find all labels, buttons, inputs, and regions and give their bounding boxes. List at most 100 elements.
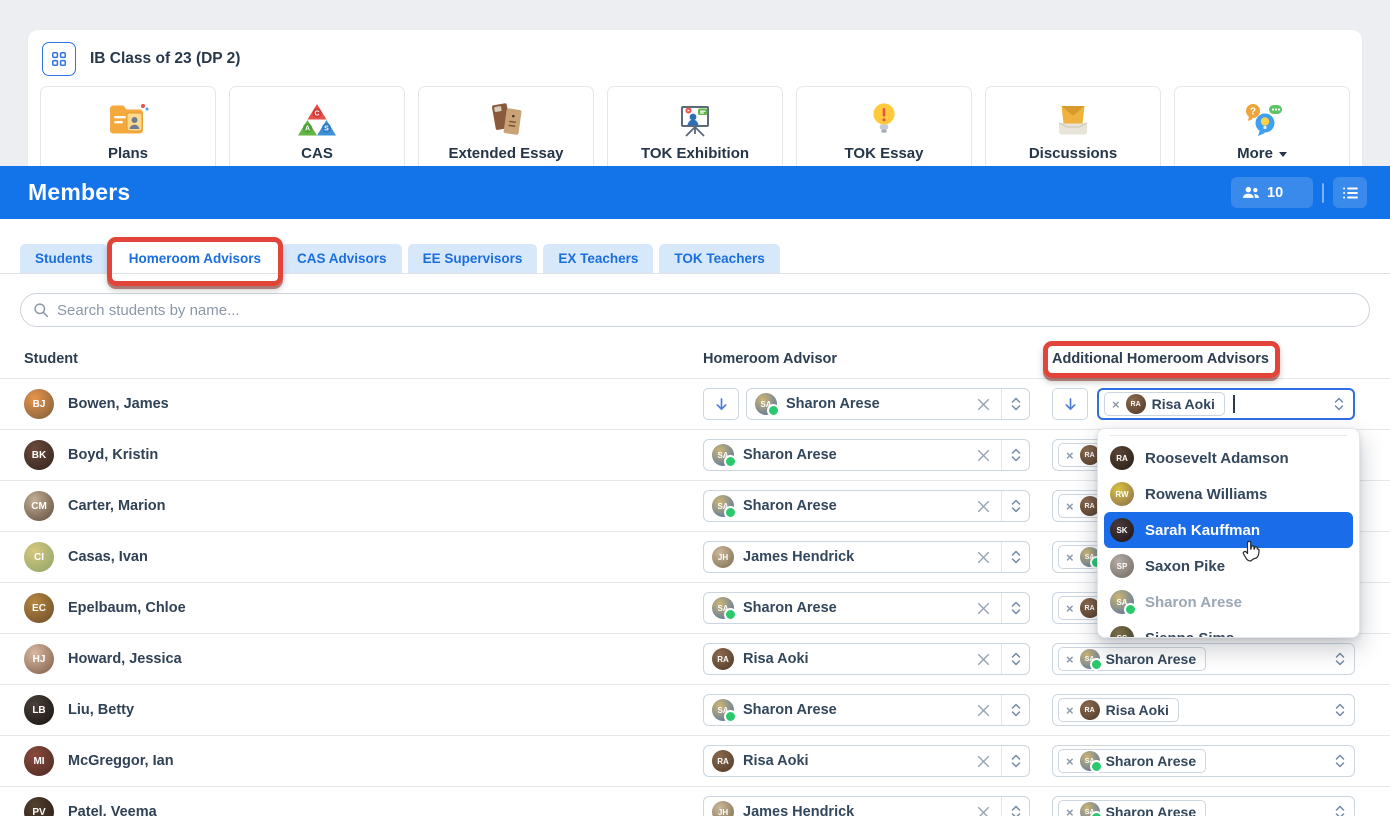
advisor-select[interactable]: JH James Hendrick	[703, 796, 1030, 816]
online-dot	[1090, 658, 1103, 671]
avatar: EC	[24, 593, 54, 623]
member-count-button[interactable]: 10	[1231, 177, 1313, 208]
list-view-button[interactable]	[1333, 177, 1367, 208]
select-chevrons[interactable]	[1001, 542, 1029, 572]
remove-tag-button[interactable]: ×	[1112, 398, 1120, 411]
app-root: IB Class of 23 (DP 2) Plans	[0, 0, 1390, 816]
clear-selection-button[interactable]	[966, 551, 1001, 564]
avatar: BK	[24, 440, 54, 470]
select-chevrons[interactable]	[1326, 746, 1354, 776]
copy-down-advisor-button[interactable]	[703, 388, 739, 420]
dropdown-divider	[1110, 435, 1347, 436]
advisor-select[interactable]: SA Sharon Arese	[703, 694, 1030, 726]
x-icon	[977, 806, 990, 816]
select-chevrons[interactable]	[1001, 644, 1029, 674]
search-icon	[33, 302, 49, 318]
select-chevrons[interactable]	[1001, 746, 1029, 776]
tile-extended-essay[interactable]: Extended Essay	[418, 86, 594, 176]
tile-label: TOK Exhibition	[641, 145, 749, 162]
advisor-tag: × RA Risa Aoki	[1104, 392, 1225, 416]
tile-tok-essay[interactable]: TOK Essay	[796, 86, 972, 176]
remove-tag-button[interactable]: ×	[1066, 500, 1074, 513]
avatar: SA	[712, 444, 734, 466]
tile-cas[interactable]: C A S CAS	[229, 86, 405, 176]
svg-text:?: ?	[1250, 107, 1256, 118]
clear-selection-button[interactable]	[966, 602, 1001, 615]
copy-down-additional-button[interactable]	[1052, 388, 1088, 420]
remove-tag-button[interactable]: ×	[1066, 755, 1074, 768]
chevron-updown-icon	[1011, 397, 1021, 411]
select-chevrons[interactable]	[1325, 390, 1353, 418]
dropdown-option-highlighted[interactable]: SK Sarah Kauffman	[1104, 512, 1353, 548]
advisor-select[interactable]: SA Sharon Arese	[703, 592, 1030, 624]
select-chevrons[interactable]	[1001, 695, 1029, 725]
select-chevrons[interactable]	[1001, 593, 1029, 623]
select-chevrons[interactable]	[1001, 797, 1029, 816]
clear-selection-button[interactable]	[966, 704, 1001, 717]
clear-selection-button[interactable]	[966, 755, 1001, 768]
clear-selection-button[interactable]	[966, 653, 1001, 666]
dropdown-option[interactable]: RW Rowena Williams	[1098, 476, 1359, 512]
tab-students[interactable]: Students	[20, 244, 108, 273]
avatar: RA	[712, 750, 734, 772]
advisor-select[interactable]: RA Risa Aoki	[703, 643, 1030, 675]
tab-homeroom-advisors[interactable]: Homeroom Advisors	[114, 244, 276, 273]
clear-selection-button[interactable]	[966, 449, 1001, 462]
class-header-area: IB Class of 23 (DP 2) Plans	[0, 0, 1390, 166]
column-header-student: Student	[24, 351, 78, 367]
additional-advisors-multiselect[interactable]: × SA Sharon Arese	[1052, 643, 1355, 675]
advisor-select[interactable]: SA Sharon Arese	[746, 388, 1030, 420]
select-chevrons[interactable]	[1001, 440, 1029, 470]
remove-tag-button[interactable]: ×	[1066, 551, 1074, 564]
select-chevrons[interactable]	[1326, 695, 1354, 725]
clear-selection-button[interactable]	[966, 806, 1001, 816]
avatar: BJ	[24, 389, 54, 419]
additional-advisors-cell: × SA Sharon Arese	[1052, 745, 1355, 777]
remove-tag-button[interactable]: ×	[1066, 602, 1074, 615]
clear-selection-button[interactable]	[966, 500, 1001, 513]
people-icon	[1242, 186, 1260, 199]
dropdown-option-disabled[interactable]: SA Sharon Arese	[1098, 584, 1359, 620]
select-chevrons[interactable]	[1001, 491, 1029, 521]
dropdown-option[interactable]: RA Roosevelt Adamson	[1098, 440, 1359, 476]
avatar: LB	[24, 695, 54, 725]
additional-advisors-multiselect[interactable]: × RA Risa Aoki	[1052, 694, 1355, 726]
tab-cas-advisors[interactable]: CAS Advisors	[282, 244, 402, 273]
tile-discussions[interactable]: Discussions	[985, 86, 1161, 176]
additional-advisors-multiselect[interactable]: × SA Sharon Arese	[1052, 796, 1355, 816]
remove-tag-button[interactable]: ×	[1066, 704, 1074, 717]
remove-tag-button[interactable]: ×	[1066, 806, 1074, 816]
advisor-select[interactable]: SA Sharon Arese	[703, 439, 1030, 471]
tile-more[interactable]: ? More	[1174, 86, 1350, 176]
dropdown-option[interactable]: SS Sienna Sims	[1098, 620, 1359, 638]
select-chevrons[interactable]	[1001, 389, 1029, 419]
additional-advisors-multiselect[interactable]: × SA Sharon Arese	[1052, 745, 1355, 777]
avatar: SP	[1110, 554, 1134, 578]
search-input[interactable]	[20, 293, 1370, 327]
remove-tag-button[interactable]: ×	[1066, 449, 1074, 462]
tile-label: Discussions	[1029, 145, 1117, 162]
clear-selection-button[interactable]	[966, 398, 1001, 411]
select-chevrons[interactable]	[1326, 797, 1354, 816]
tile-tok-exhibition[interactable]: TOK Exhibition	[607, 86, 783, 176]
online-dot	[1124, 603, 1137, 616]
dropdown-option[interactable]: SP Saxon Pike	[1098, 548, 1359, 584]
advisor-select[interactable]: SA Sharon Arese	[703, 490, 1030, 522]
online-dot	[724, 608, 737, 621]
select-chevrons[interactable]	[1326, 644, 1354, 674]
advisor-select[interactable]: JH James Hendrick	[703, 541, 1030, 573]
advisor-select[interactable]: RA Risa Aoki	[703, 745, 1030, 777]
members-banner: Members 10	[0, 166, 1390, 219]
chevron-updown-icon	[1335, 652, 1345, 666]
avatar: RA	[1110, 446, 1134, 470]
tab-ee-supervisors[interactable]: EE Supervisors	[408, 244, 538, 273]
remove-tag-button[interactable]: ×	[1066, 653, 1074, 666]
x-icon	[977, 755, 990, 768]
tab-tok-teachers[interactable]: TOK Teachers	[659, 244, 779, 273]
additional-advisors-multiselect-focused[interactable]: × RA Risa Aoki	[1097, 388, 1355, 420]
members-title: Members	[28, 179, 130, 206]
tile-plans[interactable]: Plans	[40, 86, 216, 176]
chevron-updown-icon	[1011, 652, 1021, 666]
class-grid-icon[interactable]	[42, 42, 76, 76]
tab-ex-teachers[interactable]: EX Teachers	[543, 244, 653, 273]
